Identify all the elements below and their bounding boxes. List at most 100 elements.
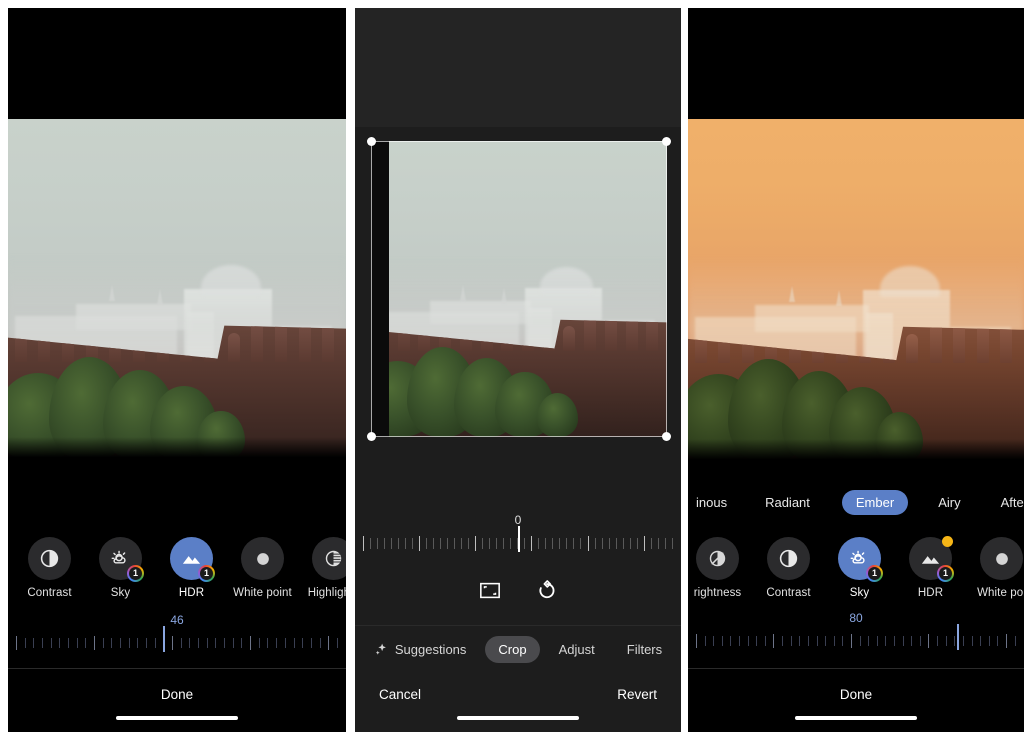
tool-white-point-circle[interactable] — [241, 537, 284, 580]
slider-tick — [398, 537, 400, 549]
slider-tick — [146, 638, 148, 648]
slider-tick — [384, 537, 386, 549]
tool-contrast-label: Contrast — [27, 587, 72, 599]
tool-sky[interactable]: 1 Sky — [824, 537, 895, 599]
tool-contrast-circle[interactable] — [767, 537, 810, 580]
sky-slider-ticks[interactable] — [688, 624, 1024, 652]
slider-tick — [636, 537, 638, 549]
filter-airy[interactable]: Airy — [924, 490, 974, 515]
slider-tick — [489, 537, 491, 549]
tool-hdr-circle[interactable]: 1 — [170, 537, 215, 582]
crop-preview[interactable] — [367, 137, 671, 441]
crop-handle-bottom-left[interactable] — [367, 432, 376, 441]
tool-sky-circle[interactable]: 1 — [99, 537, 144, 582]
tool-highlights-circle[interactable] — [312, 537, 346, 580]
slider-tick — [919, 636, 921, 646]
slider-tick — [764, 636, 766, 646]
slider-tick — [833, 636, 835, 646]
tool-hdr[interactable]: 1 HDR — [156, 537, 227, 599]
tool-sky[interactable]: 1 Sky — [85, 537, 156, 599]
circle-filled-icon — [256, 552, 269, 565]
slider-tick — [937, 636, 939, 646]
slider-tick — [232, 638, 234, 648]
tool-white-point-circle[interactable] — [980, 537, 1023, 580]
tool-contrast-circle[interactable] — [28, 537, 71, 580]
bottom-divider — [8, 668, 346, 669]
photo-preview-original[interactable] — [8, 119, 346, 461]
tool-sky-badge: 1 — [127, 565, 144, 582]
filter-afterglow[interactable]: Afterglov — [987, 490, 1024, 515]
tool-highlights[interactable]: Highlights — [298, 537, 346, 599]
rotation-slider[interactable]: 0 — [355, 513, 681, 561]
hdr-value-slider[interactable]: 46 — [8, 613, 346, 661]
done-button[interactable]: Done — [840, 687, 872, 702]
tab-crop[interactable]: Crop — [485, 636, 540, 663]
hdr-slider-ticks[interactable] — [8, 626, 346, 654]
tool-hdr-label: HDR — [917, 587, 944, 599]
tool-contrast[interactable]: Contrast — [14, 537, 85, 599]
photo-canvas — [371, 141, 667, 437]
slider-tick — [629, 537, 631, 549]
rotation-slider-ticks[interactable] — [355, 526, 681, 554]
photo-vignette — [688, 438, 1024, 463]
slider-tick — [419, 535, 421, 551]
tool-sky-circle[interactable]: 1 — [838, 537, 883, 582]
slider-tick — [671, 537, 673, 549]
circle-filled-icon — [995, 552, 1008, 565]
filter-chip-row: inous Radiant Ember Airy Afterglov — [688, 488, 1024, 516]
filter-luminous[interactable]: inous — [688, 490, 741, 515]
slider-thumb[interactable] — [518, 526, 520, 552]
slider-tick — [454, 537, 456, 549]
tool-sky-label: Sky — [849, 587, 870, 599]
slider-tick — [482, 537, 484, 549]
slider-tick — [615, 537, 617, 549]
revert-button[interactable]: Revert — [617, 687, 657, 702]
rotate-button[interactable] — [532, 576, 560, 604]
half-striped-circle-icon — [325, 550, 342, 567]
tool-hdr[interactable]: 1 HDR — [895, 536, 966, 599]
slider-tick — [545, 537, 547, 549]
slider-thumb[interactable] — [956, 624, 959, 650]
slider-tick — [24, 638, 26, 648]
phone-screen-crop: 0 Suggestions Crop Adjust Filters Cancel… — [355, 8, 681, 732]
filter-radiant[interactable]: Radiant — [751, 490, 824, 515]
slider-tick — [50, 638, 52, 648]
tool-white-point[interactable]: White poi — [966, 537, 1024, 599]
tool-brightness-circle[interactable] — [696, 537, 739, 580]
cancel-button[interactable]: Cancel — [379, 687, 421, 702]
slider-thumb[interactable] — [163, 626, 166, 652]
slider-tick — [739, 636, 741, 646]
slider-tick — [102, 638, 104, 648]
tool-sky-label: Sky — [110, 587, 131, 599]
filter-ember[interactable]: Ember — [841, 489, 909, 515]
mode-divider — [355, 625, 681, 626]
tab-filters[interactable]: Filters — [614, 636, 675, 663]
phone-screen-adjust: Contrast 1 Sky 1 HDR White point Highlig… — [8, 8, 346, 732]
tool-contrast[interactable]: Contrast — [753, 537, 824, 599]
slider-tick — [180, 638, 182, 648]
tab-adjust[interactable]: Adjust — [546, 636, 608, 663]
photo-preview-ember[interactable] — [688, 119, 1024, 463]
tab-adjust-label: Adjust — [558, 642, 595, 657]
home-indicator — [116, 715, 238, 720]
slider-tick — [328, 636, 330, 650]
sparkle-icon — [375, 643, 386, 655]
sky-value-slider[interactable]: 80 — [688, 611, 1024, 659]
tool-hdr-circle[interactable]: 1 — [909, 536, 954, 582]
tool-white-point[interactable]: White point — [227, 537, 298, 599]
tool-brightness[interactable]: rightness — [688, 537, 753, 599]
status-bar-area — [355, 8, 681, 127]
crop-handle-bottom-right[interactable] — [662, 432, 671, 441]
aspect-ratio-button[interactable] — [476, 576, 504, 604]
tool-hdr-badge: 1 — [198, 565, 215, 582]
phone-screen-filters: inous Radiant Ember Airy Afterglov right… — [688, 8, 1024, 732]
tab-suggestions[interactable]: Suggestions — [361, 636, 480, 663]
crop-handle-top-right[interactable] — [662, 137, 671, 146]
slider-tick — [447, 537, 449, 549]
slider-tick — [721, 636, 723, 646]
crop-handle-top-left[interactable] — [367, 137, 376, 146]
slider-tick — [440, 537, 442, 549]
tool-contrast-label: Contrast — [766, 587, 811, 599]
status-bar-area — [688, 8, 1024, 116]
done-button[interactable]: Done — [161, 687, 193, 702]
